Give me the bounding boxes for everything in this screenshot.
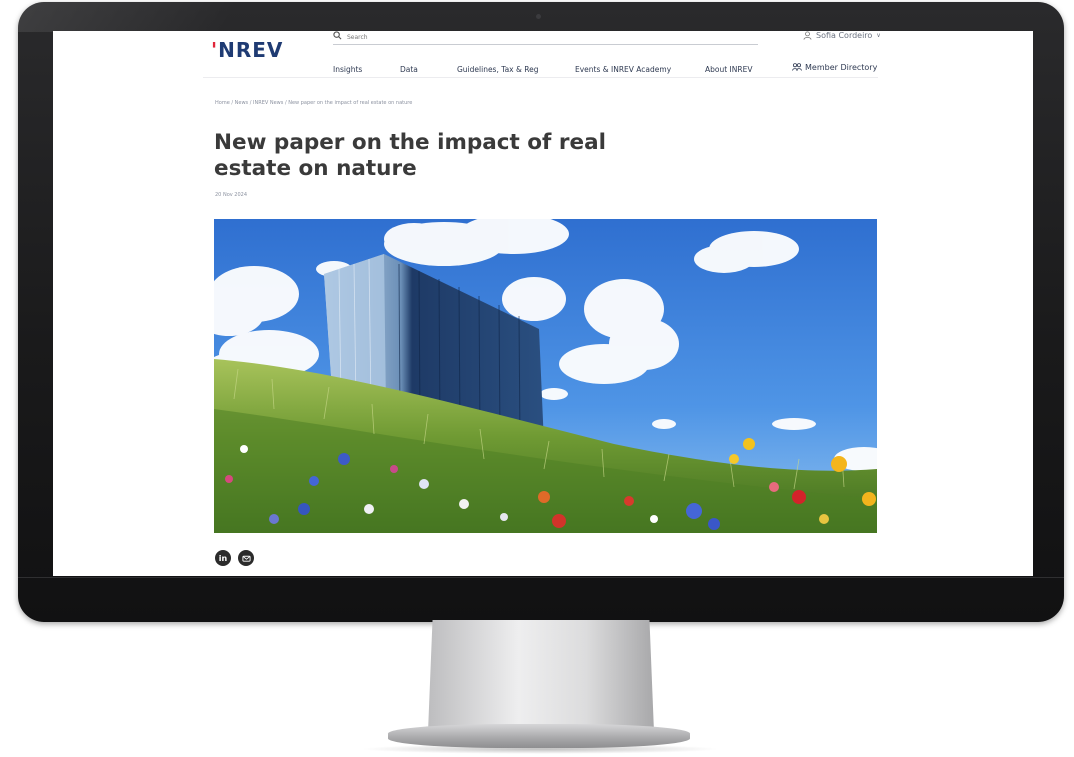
- camera-dot: [536, 14, 541, 19]
- members-icon: [792, 63, 802, 71]
- hero-image: [214, 219, 877, 533]
- breadcrumb[interactable]: Home / News / INREV News / New paper on …: [215, 100, 412, 106]
- monitor-stand: [428, 620, 654, 732]
- member-directory-button[interactable]: Member Directory: [789, 59, 880, 75]
- monitor-stand-base: [388, 724, 690, 748]
- nav-divider: [203, 77, 878, 78]
- user-icon: [803, 31, 812, 40]
- inrev-logo[interactable]: 'NREV: [211, 38, 283, 62]
- logo-text: NREV: [218, 38, 284, 62]
- user-menu[interactable]: Sofia Cordeiro ∨: [803, 31, 881, 40]
- page-title: New paper on the impact of real estate o…: [214, 130, 606, 181]
- building-meadow-photo: [214, 219, 877, 533]
- bezel-gloss: [18, 2, 318, 32]
- chevron-down-icon: ∨: [876, 32, 881, 39]
- linkedin-icon: in: [218, 553, 228, 563]
- search-bar: [333, 31, 758, 45]
- screen: 'NREV Sofia Cordeiro ∨ Insights Data Gui…: [53, 31, 1033, 576]
- member-directory-label: Member Directory: [805, 62, 878, 72]
- nav-item-data[interactable]: Data: [400, 65, 418, 74]
- share-bar: in: [215, 550, 254, 566]
- search-input[interactable]: [347, 31, 747, 43]
- bezel-chin-line: [18, 577, 1064, 578]
- user-name: Sofia Cordeiro: [816, 31, 873, 40]
- nav-item-insights[interactable]: Insights: [333, 65, 362, 74]
- linkedin-share-button[interactable]: in: [215, 550, 231, 566]
- email-share-button[interactable]: [238, 550, 254, 566]
- mail-icon: [241, 555, 251, 562]
- search-icon[interactable]: [333, 31, 342, 40]
- nav-item-about[interactable]: About INREV: [705, 65, 752, 74]
- nav-item-events[interactable]: Events & INREV Academy: [575, 65, 671, 74]
- nav-item-guidelines[interactable]: Guidelines, Tax & Reg: [457, 65, 538, 74]
- article-date: 20 Nov 2024: [215, 192, 248, 198]
